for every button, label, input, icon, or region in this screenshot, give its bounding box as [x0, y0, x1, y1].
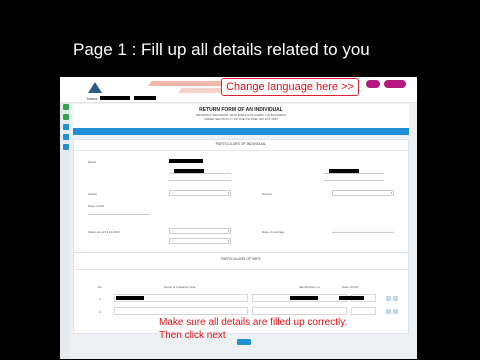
- wife-id-input[interactable]: [252, 307, 347, 315]
- gender-label: Gender: [262, 192, 273, 196]
- marriage-label: Date of marriage: [262, 230, 285, 234]
- redacted-wife-dob: [339, 296, 364, 300]
- name-field-label: Name: [88, 160, 97, 164]
- step-2-button[interactable]: [63, 114, 69, 120]
- wife-title: PARTICULARS OF WIFE: [221, 257, 261, 261]
- form-subtitle: UNDER SECTION 77 OF THE INCOME TAX ACT 1…: [203, 117, 279, 121]
- step-3-button[interactable]: [63, 124, 69, 130]
- annotation-line-2: Then click next: [159, 330, 226, 341]
- divider: [74, 150, 408, 151]
- step-1-button[interactable]: [63, 104, 69, 110]
- status-label: Status as at 31.12.2020: [88, 230, 120, 234]
- step-4-button[interactable]: [63, 134, 69, 140]
- col-name: Name of husband / wife: [164, 285, 196, 289]
- col-dob: Date of birth: [342, 285, 359, 289]
- annotation-line-1: Make sure all details are filled up corr…: [159, 317, 348, 328]
- instruction-annotation: Make sure all details are filled up corr…: [159, 316, 347, 342]
- assessment-type-select[interactable]: [169, 238, 231, 244]
- edit-icon[interactable]: [386, 296, 391, 301]
- redacted-id: [134, 96, 156, 100]
- delete-icon[interactable]: [393, 296, 398, 301]
- particulars-title: PARTICULARS OF INDIVIDUAL: [215, 142, 267, 146]
- redacted-tax-id: [174, 169, 204, 173]
- delete-icon[interactable]: [393, 309, 398, 314]
- assessment-bar: [73, 128, 409, 135]
- redacted-wife-id: [290, 296, 318, 300]
- left-sidebar: [60, 103, 70, 359]
- user-menu-button[interactable]: [366, 80, 380, 88]
- name-label: Name: [87, 96, 98, 101]
- redacted-name: [100, 96, 130, 100]
- gender-select[interactable]: [332, 190, 394, 196]
- row-number: 2: [99, 310, 101, 314]
- dob-field[interactable]: [88, 210, 150, 215]
- redacted-identification: [329, 169, 359, 173]
- dob-label: Date of birth: [88, 204, 105, 208]
- passport-registered-field[interactable]: [324, 176, 384, 181]
- col-no: No: [98, 285, 102, 289]
- status-select[interactable]: [169, 228, 231, 234]
- redacted-name-value: [169, 159, 203, 163]
- citizen-select[interactable]: [169, 190, 231, 196]
- col-id: Identification no.: [299, 285, 321, 289]
- divider: [74, 269, 408, 270]
- logout-button[interactable]: [384, 80, 406, 88]
- edit-icon[interactable]: [386, 309, 391, 314]
- change-language-button[interactable]: Change language here >>: [221, 78, 359, 96]
- page-caption: Page 1 : Fill up all details related to …: [73, 40, 370, 59]
- wife-name-input[interactable]: [114, 307, 248, 315]
- marriage-date-field[interactable]: [332, 228, 394, 233]
- row-number: 1: [99, 297, 101, 301]
- citizen-label: Citizen: [88, 192, 98, 196]
- wife-dob-input[interactable]: [351, 307, 376, 315]
- redacted-wife-name: [116, 296, 144, 300]
- next-button[interactable]: [237, 339, 251, 345]
- passport-field[interactable]: [169, 176, 231, 181]
- step-5-button[interactable]: [63, 144, 69, 150]
- agency-logo-icon: [88, 82, 102, 93]
